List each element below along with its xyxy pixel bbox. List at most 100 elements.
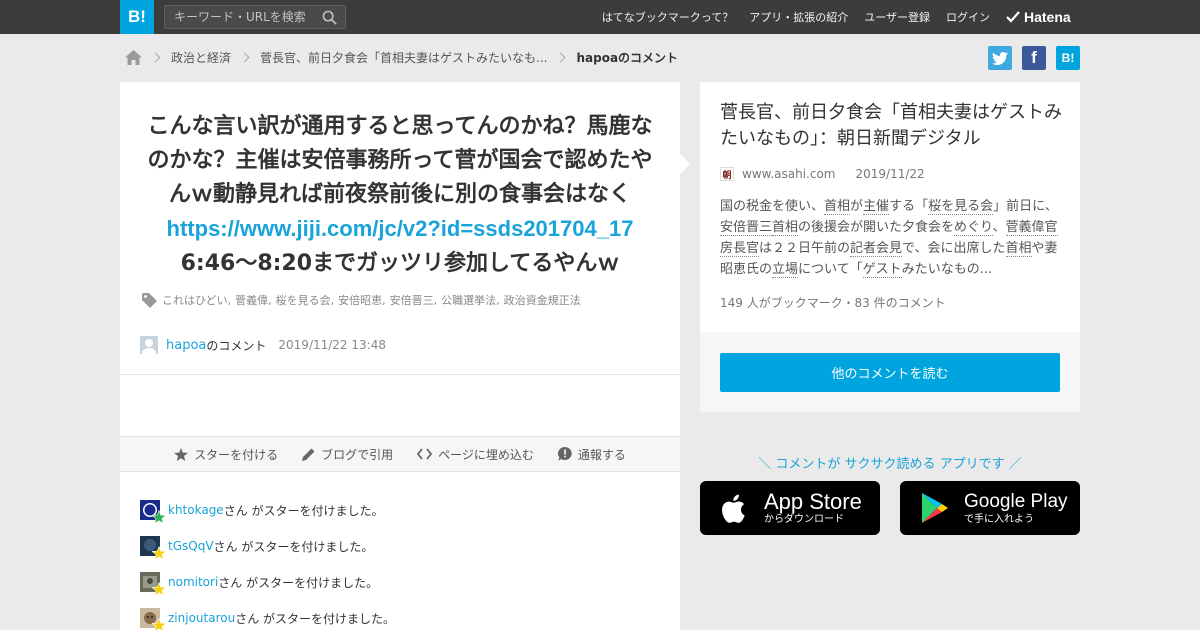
google-play-text: Google Play で手に入れよう xyxy=(964,490,1068,526)
bookmark-counts: 149 人がブックマーク・83 件のコメント xyxy=(720,296,946,310)
summary-keyword-link[interactable]: 桜を見る会 xyxy=(928,199,994,215)
star-message: さん がスターを付けました。 xyxy=(213,539,374,554)
summary-keyword-link[interactable]: 立場 xyxy=(772,262,799,278)
avatar[interactable] xyxy=(140,572,166,596)
comment-date: 2019/11/22 13:48 xyxy=(278,338,386,352)
app-store-text: App Store からダウンロード xyxy=(764,490,862,526)
comment-url-link[interactable]: https://www.jiji.com/jc/v2?id=ssds201704… xyxy=(167,216,634,241)
star-icon xyxy=(152,618,166,630)
share-hatebu-button[interactable]: B! xyxy=(1056,46,1080,70)
hatena-check-icon xyxy=(1006,11,1020,23)
star-user-link[interactable]: zinjoutarou xyxy=(168,611,235,625)
report-bubble-icon xyxy=(557,447,572,461)
app-store-sublabel: からダウンロード xyxy=(764,514,844,525)
tag-item[interactable]: 桜を見る会, xyxy=(276,292,335,308)
search-icon[interactable] xyxy=(322,10,337,25)
share-facebook-button[interactable]: f xyxy=(1022,46,1046,70)
entry-date: 2019/11/22 xyxy=(855,167,925,181)
tag-icon xyxy=(142,292,157,308)
star-user-link[interactable]: nomitori xyxy=(168,575,218,589)
author-link[interactable]: hapoa xyxy=(166,338,206,353)
tag-item[interactable]: これはひどい, xyxy=(162,292,231,308)
author-suffix: のコメント xyxy=(206,338,267,353)
summary-text: みたいなもの... xyxy=(901,262,993,277)
top-bar: B! はてなブックマークって？ アプリ・拡張の紹介 ユーザー登録 ログイン Ha… xyxy=(0,0,1200,34)
summary-keyword-link[interactable]: 首相 xyxy=(772,220,799,236)
add-star-label: スターを付ける xyxy=(194,447,279,462)
avatar[interactable] xyxy=(140,608,166,630)
search-input[interactable] xyxy=(165,6,315,28)
tag-item[interactable]: 公職選挙法, xyxy=(441,292,500,308)
star-icon xyxy=(152,582,166,596)
embed-button[interactable]: ページに埋め込む xyxy=(417,446,534,463)
comment-body: こんな言い訳が通用すると思ってんのかね？馬鹿なのかな？主催は安倍事務所って菅が国… xyxy=(147,114,653,207)
home-icon[interactable] xyxy=(125,49,142,65)
nav-register[interactable]: ユーザー登録 xyxy=(864,9,930,25)
summary-text: 」前日に、 xyxy=(993,199,1058,214)
entry-card: 菅長官、前日夕食会「首相夫妻はゲストみたいなもの」：朝日新聞デジタル 朝 www… xyxy=(700,82,1080,332)
nav-apps[interactable]: アプリ・拡張の紹介 xyxy=(749,9,848,25)
blog-quote-label: ブログで引用 xyxy=(321,447,394,462)
summary-text: は２２日午前の xyxy=(759,241,851,256)
avatar[interactable] xyxy=(140,500,166,524)
tag-list: これはひどい, 菅義偉, 桜を見る会, 安倍昭恵, 安倍晋三, 公職選挙法, 政… xyxy=(142,292,672,308)
twitter-bird-icon xyxy=(992,51,1008,65)
hatena-bookmark-logo[interactable]: B! xyxy=(120,0,154,34)
hatena-link[interactable]: Hatena xyxy=(1006,9,1071,25)
comment-body-tail: 6:46～8:20までガッツリ参加してるやんｗ xyxy=(180,251,620,276)
summary-keyword-link[interactable]: 首相 xyxy=(1005,241,1032,257)
divider xyxy=(120,374,680,375)
summary-text: の後援会が開いた夕食会を xyxy=(798,220,955,235)
blog-quote-button[interactable]: ブログで引用 xyxy=(302,446,393,463)
apple-icon xyxy=(722,494,745,523)
report-label: 通報する xyxy=(577,447,626,462)
summary-text: で、会に出席した xyxy=(902,241,1006,256)
embed-label: ページに埋め込む xyxy=(438,447,534,462)
site-favicon-icon: 朝 xyxy=(720,167,734,181)
breadcrumb-entry[interactable]: 菅長官、前日夕食会「首相夫妻はゲストみたいなも... xyxy=(260,49,547,66)
breadcrumb-category[interactable]: 政治と経済 xyxy=(171,49,231,66)
nav-login[interactable]: ログイン xyxy=(946,9,990,25)
entry-title-link[interactable]: 菅長官、前日夕食会「首相夫妻はゲストみたいなもの」：朝日新聞デジタル xyxy=(720,100,1065,152)
summary-text: する「 xyxy=(889,199,929,214)
tag-item[interactable]: 安倍昭恵, xyxy=(338,292,386,308)
star-list-item: nomitori さん がスターを付けました。 xyxy=(140,564,660,600)
star-message: さん がスターを付けました。 xyxy=(218,575,379,590)
app-store-button[interactable]: App Store からダウンロード xyxy=(700,481,880,535)
top-nav: はてなブックマークって？ アプリ・拡張の紹介 ユーザー登録 ログイン xyxy=(586,0,990,34)
report-button[interactable]: 通報する xyxy=(557,446,626,463)
google-play-button[interactable]: Google Play で手に入れよう xyxy=(900,481,1080,535)
google-play-icon xyxy=(922,493,948,523)
avatar[interactable] xyxy=(140,336,158,354)
tag-item[interactable]: 安倍晋三, xyxy=(390,292,438,308)
summary-keyword-link[interactable]: 主催 xyxy=(863,199,890,215)
summary-keyword-link[interactable]: めぐり xyxy=(954,220,993,236)
summary-keyword-link[interactable]: 記者会見 xyxy=(850,241,903,257)
star-message: さん がスターを付けました。 xyxy=(235,611,396,626)
star-user-link[interactable]: khtokage xyxy=(168,503,224,517)
summary-keyword-link[interactable]: ゲスト xyxy=(862,262,902,278)
entry-domain-link[interactable]: www.asahi.com xyxy=(742,167,836,181)
star-user-link[interactable]: tGsQqV xyxy=(168,539,214,553)
add-star-button[interactable]: スターを付ける xyxy=(174,446,278,463)
google-play-label: Google Play xyxy=(964,491,1068,512)
read-more-comments-button[interactable]: 他のコメントを読む xyxy=(720,353,1060,392)
entry-summary: 国の税金を使い、首相が主催する「桜を見る会」前日に、安倍晋三首相の後援会が開いた… xyxy=(720,196,1062,280)
tag-item[interactable]: 政治資金規正法 xyxy=(504,292,581,308)
hatena-label: Hatena xyxy=(1024,9,1071,25)
avatar[interactable] xyxy=(140,536,166,560)
star-icon xyxy=(174,447,189,461)
card-pointer xyxy=(680,154,690,174)
summary-text: が xyxy=(850,199,864,214)
comment-card: こんな言い訳が通用すると思ってんのかね？馬鹿なのかな？主催は安倍事務所って菅が国… xyxy=(120,82,690,630)
summary-keyword-link[interactable]: 安倍晋三 xyxy=(720,220,773,236)
summary-keyword-link[interactable]: 首相 xyxy=(824,199,851,215)
summary-text: について「 xyxy=(798,262,863,277)
pencil-icon xyxy=(302,448,315,461)
summary-text: 、 xyxy=(992,220,1006,235)
share-twitter-button[interactable] xyxy=(988,46,1012,70)
nav-about[interactable]: はてなブックマークって？ xyxy=(602,9,733,25)
tag-item[interactable]: 菅義偉, xyxy=(235,292,272,308)
star-icon xyxy=(152,546,166,560)
search-box xyxy=(164,5,346,29)
